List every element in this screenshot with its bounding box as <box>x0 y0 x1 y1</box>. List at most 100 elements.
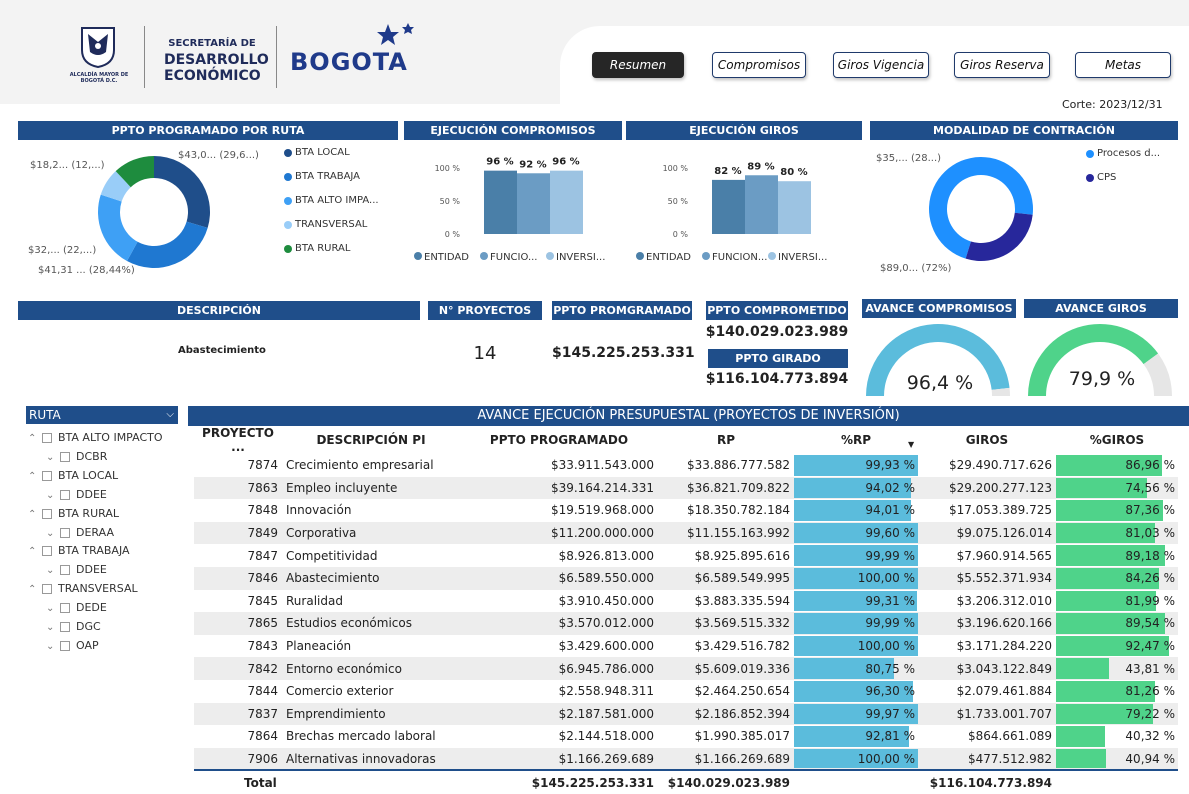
col-proyecto[interactable]: PROYECTO ... <box>194 426 282 454</box>
slice-cps[interactable] <box>965 212 1033 261</box>
table-row[interactable]: 7845 Ruralidad $3.910.450.000 $3.883.335.59… <box>194 590 1178 613</box>
table-row[interactable]: 7837 Emprendimiento $2.187.581.000 $2.186.8… <box>194 702 1178 726</box>
bar[interactable] <box>550 170 583 234</box>
chevron-down-icon[interactable]: ⌄ <box>46 526 60 542</box>
checkbox[interactable] <box>42 470 52 481</box>
ruta-legend-item[interactable]: BTA RURAL <box>284 243 350 255</box>
nav-resumen-button[interactable]: Resumen <box>592 52 684 78</box>
nav-metas-button[interactable]: Metas <box>1075 52 1171 78</box>
chevron-down-icon[interactable]: ⌄ <box>46 563 60 579</box>
table-row[interactable]: 7849 Corporativa $11.200.000.000 $11.155.16… <box>194 521 1178 545</box>
chevron-up-icon[interactable]: ⌃ <box>28 544 42 560</box>
checkbox[interactable] <box>60 451 70 462</box>
slicer-subitem[interactable]: ⌄ DCBR <box>46 449 107 465</box>
legend-label[interactable]: ENTIDAD <box>424 252 469 263</box>
bar[interactable] <box>745 175 778 234</box>
checkbox[interactable] <box>60 622 70 632</box>
cell-pct-rp: 100,00 % <box>794 566 918 590</box>
chevron-up-icon[interactable]: ⌃ <box>28 431 42 447</box>
table-row[interactable]: 7864 Brechas mercado laboral $2.144.518.00… <box>194 725 1178 748</box>
slicer-subitem[interactable]: ⌄ DGC <box>46 619 101 635</box>
table-row[interactable]: 7844 Comercio exterior $2.558.948.311 $2.46… <box>194 680 1178 703</box>
ejec-giros-chart[interactable]: 100 % 50 % 0 % 82 % 89 % 80 % ENTIDAD FUNCION..… <box>626 144 862 270</box>
sort-desc-icon[interactable]: ▼ <box>908 440 914 449</box>
checkbox[interactable] <box>60 603 70 614</box>
chevron-up-icon[interactable]: ⌃ <box>28 469 42 485</box>
slice-alto-impacto[interactable] <box>97 194 138 262</box>
slicer-item[interactable]: ⌃ BTA RURAL <box>28 506 119 522</box>
modalidad-donut[interactable] <box>928 156 1034 262</box>
slicer-subitem[interactable]: ⌄ DDEE <box>46 562 107 578</box>
checkbox[interactable] <box>60 527 70 538</box>
ruta-slicer-header[interactable]: RUTA ⌵ <box>26 406 178 424</box>
bar[interactable] <box>712 179 745 234</box>
bar[interactable] <box>778 181 811 234</box>
checkbox[interactable] <box>42 508 52 519</box>
bar[interactable] <box>484 170 517 234</box>
ejec-compromisos-chart[interactable]: 100 % 50 % 0 % 96 % 92 % 96 % ENTIDAD FUNCIO...… <box>404 144 622 270</box>
chevron-down-icon[interactable]: ⌄ <box>46 450 60 466</box>
checkbox[interactable] <box>60 565 70 576</box>
table-row[interactable]: 7874 Crecimiento empresarial $33.911.543.0… <box>194 454 1178 477</box>
checkbox[interactable] <box>60 489 70 500</box>
nav-compromisos-button[interactable]: Compromisos <box>712 52 806 78</box>
slicer-item[interactable]: ⌃ BTA TRABAJA <box>28 543 130 559</box>
legend-label[interactable]: FUNCION... <box>712 252 767 263</box>
checkbox[interactable] <box>42 433 52 443</box>
chevron-down-icon[interactable]: ⌄ <box>46 601 60 617</box>
checkbox[interactable] <box>42 546 52 557</box>
chevron-down-icon[interactable]: ⌄ <box>46 620 60 636</box>
slicer-subitem[interactable]: ⌄ DDEE <box>46 487 107 503</box>
nav-giros-reserva-button[interactable]: Giros Reserva <box>954 52 1050 78</box>
table-row[interactable]: 7842 Entorno económico $6.945.786.000 $5.60… <box>194 657 1178 680</box>
slice-trabaja[interactable] <box>126 221 208 268</box>
col-rp[interactable]: RP <box>658 426 794 454</box>
chevron-down-icon[interactable]: ⌄ <box>46 639 60 655</box>
table-row[interactable]: 7906 Alternativas innovadoras $1.166.269.6… <box>194 747 1178 771</box>
col-ppto[interactable]: PPTO PROGRAMADO <box>460 426 658 454</box>
cell-pct-rp: 99,99 % <box>794 612 918 635</box>
col-giros[interactable]: GIROS ▼ <box>908 426 1056 454</box>
chevron-down-icon[interactable]: ⌵ <box>166 406 174 424</box>
cell-proyecto: 7845 <box>247 593 278 608</box>
legend-label[interactable]: FUNCIO... <box>490 252 538 263</box>
legend-label[interactable]: ENTIDAD <box>646 252 691 263</box>
chevron-up-icon[interactable]: ⌃ <box>28 582 42 598</box>
table-row[interactable]: 7843 Planeación $3.429.600.000 $3.429.516.7… <box>194 635 1178 658</box>
secretaria-line3: ECONÓMICO <box>164 68 261 84</box>
cell-ppto: $2.144.518.000 <box>558 729 654 744</box>
bar[interactable] <box>517 173 550 234</box>
cell-pct-rp: 94,02 % <box>794 476 918 500</box>
slicer-subitem[interactable]: ⌄ DERAA <box>46 525 114 541</box>
nav-giros-vigencia-button[interactable]: Giros Vigencia <box>833 52 929 78</box>
ruta-legend-item[interactable]: BTA LOCAL <box>284 147 350 159</box>
n-proyectos-header: N° PROYECTOS <box>428 301 542 320</box>
table-row[interactable]: 7863 Empleo incluyente $39.164.214.331 $36.… <box>194 476 1178 500</box>
slice-local[interactable] <box>154 156 210 228</box>
slicer-subitem[interactable]: ⌄ OAP <box>46 638 99 654</box>
slicer-item[interactable]: ⌃ TRANSVERSAL <box>28 581 138 597</box>
table-row[interactable]: 7865 Estudios económicos $3.570.012.000 $3.… <box>194 612 1178 635</box>
table-row[interactable]: 7848 Innovación $19.519.968.000 $18.350.782… <box>194 499 1178 522</box>
ruta-legend-item[interactable]: BTA TRABAJA <box>284 171 360 183</box>
bar-data-label: 96 % <box>552 157 579 168</box>
ruta-legend-item[interactable]: BTA ALTO IMPA... <box>284 195 379 207</box>
ppto-ruta-donut[interactable] <box>96 154 212 270</box>
col-pct-giros[interactable]: %GIROS <box>1056 426 1178 454</box>
chevron-up-icon[interactable]: ⌃ <box>28 507 42 523</box>
col-descripcion[interactable]: DESCRIPCIÓN PI <box>282 426 460 454</box>
slicer-item[interactable]: ⌃ BTA ALTO IMPACTO <box>28 430 163 446</box>
table-row[interactable]: 7847 Competitividad $8.926.813.000 $8.925.8… <box>194 544 1178 567</box>
chevron-down-icon[interactable]: ⌄ <box>46 488 60 504</box>
slicer-subitem[interactable]: ⌄ DEDE <box>46 600 107 616</box>
ruta-legend-item[interactable]: TRANSVERSAL <box>284 219 367 231</box>
checkbox[interactable] <box>60 640 70 651</box>
table-row[interactable]: 7846 Abastecimiento $6.589.550.000 $6.589.5… <box>194 566 1178 590</box>
slicer-item[interactable]: ⌃ BTA LOCAL <box>28 468 118 484</box>
checkbox[interactable] <box>42 584 52 595</box>
col-pct-rp[interactable]: %RP <box>794 426 918 454</box>
legend-label[interactable]: INVERSI... <box>556 252 605 263</box>
cell-pct-rp: 99,31 % <box>794 590 918 613</box>
cell-pct-rp: 100,00 % <box>794 747 918 771</box>
legend-label[interactable]: INVERSI... <box>778 252 827 263</box>
